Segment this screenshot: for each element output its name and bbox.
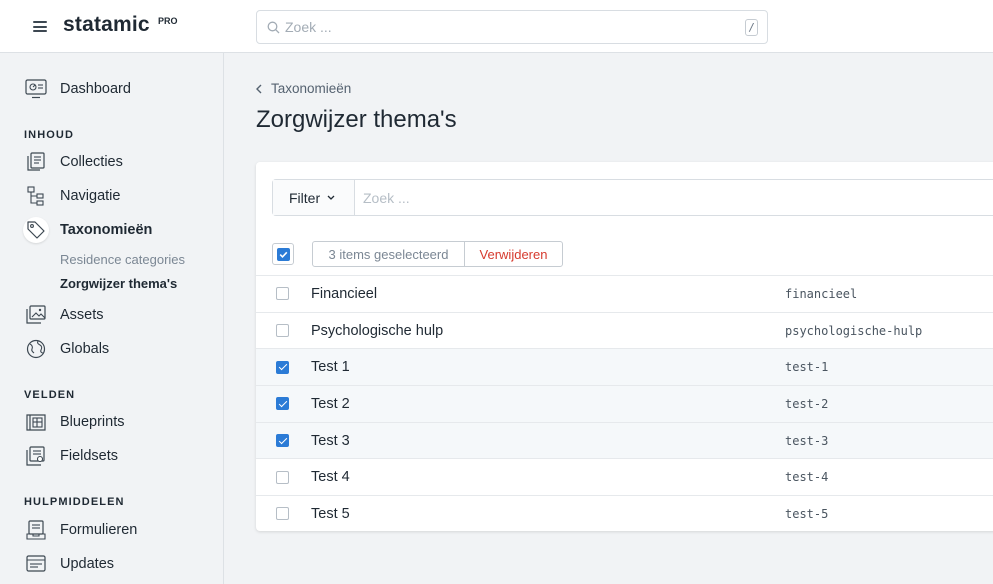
sidebar-item-label: Blueprints: [60, 414, 125, 430]
terms-listing-card: Filter 3 items geselecteerd Verwijderen …: [256, 162, 993, 531]
sidebar-item-updates[interactable]: Updates: [24, 551, 114, 577]
table-row[interactable]: Test 3 test-3: [256, 421, 993, 459]
row-checkbox[interactable]: [276, 434, 289, 448]
row-checkbox[interactable]: [276, 324, 289, 338]
table-row[interactable]: Test 2 test-2: [256, 385, 993, 422]
sidebar-item-dashboard[interactable]: Dashboard: [24, 76, 131, 102]
table-row[interactable]: Test 1 test-1: [256, 348, 993, 386]
fieldset-icon: [24, 444, 48, 468]
term-slug: financieel: [785, 286, 858, 301]
row-checkbox[interactable]: [276, 507, 289, 521]
section-heading-tools: HULPMIDDELEN: [24, 496, 125, 508]
term-slug: test-5: [785, 506, 829, 521]
breadcrumb-label: Taxonomieën: [271, 81, 352, 96]
term-slug: test-3: [785, 433, 829, 448]
sidebar-subitem-zorgwijzer-themas[interactable]: Zorgwijzer thema's: [60, 276, 177, 291]
breadcrumb[interactable]: Taxonomieën: [256, 81, 351, 96]
term-title[interactable]: Test 3: [311, 433, 350, 449]
terms-table: Financieel financieel Psychologische hulp p…: [256, 275, 993, 532]
term-title[interactable]: Financieel: [311, 286, 377, 302]
term-title[interactable]: Test 5: [311, 506, 350, 522]
sidebar-item-label: Assets: [60, 307, 104, 323]
sidebar-item-label: Updates: [60, 556, 115, 572]
sidebar-item-label: Formulieren: [60, 522, 138, 538]
form-icon: [24, 518, 48, 542]
search-icon: [267, 21, 280, 34]
row-checkbox[interactable]: [276, 470, 289, 484]
sidebar-item-label: Navigatie: [60, 188, 121, 204]
image-icon: [24, 303, 48, 327]
term-title[interactable]: Psychologische hulp: [311, 323, 443, 339]
table-row[interactable]: Financieel financieel: [256, 275, 993, 312]
sidebar-item-forms[interactable]: Formulieren: [24, 517, 137, 543]
pro-badge: PRO: [158, 16, 178, 26]
sidebar-item-blueprints[interactable]: Blueprints: [24, 409, 124, 435]
selected-count: 3 items geselecteerd: [312, 241, 465, 267]
row-checkbox[interactable]: [276, 360, 289, 374]
globe-icon: [24, 337, 48, 361]
row-checkbox[interactable]: [276, 287, 289, 301]
table-row[interactable]: Test 4 test-4: [256, 458, 993, 495]
navigation-icon: [24, 184, 48, 208]
term-slug: test-1: [785, 360, 829, 375]
sidebar-item-label: Globals: [60, 341, 110, 357]
filter-bar: Filter: [272, 179, 993, 216]
top-bar: statamic PRO /: [0, 0, 993, 53]
tag-icon: [23, 217, 49, 243]
updates-icon: [24, 552, 48, 576]
sidebar-item-taxonomies[interactable]: Taxonomieën: [23, 217, 153, 243]
term-slug: test-2: [785, 396, 829, 411]
sidebar-item-globals[interactable]: Globals: [24, 336, 109, 362]
select-all-checkbox[interactable]: [272, 243, 294, 265]
section-heading-content: INHOUD: [24, 129, 74, 141]
global-search[interactable]: /: [256, 10, 768, 44]
delete-button[interactable]: Verwijderen: [464, 241, 563, 267]
chevron-left-icon: [256, 84, 262, 93]
global-search-input[interactable]: [285, 17, 725, 37]
sidebar-item-collections[interactable]: Collecties: [24, 149, 123, 175]
table-row[interactable]: Test 5 test-5: [256, 495, 993, 532]
blueprint-icon: [24, 410, 48, 434]
dashboard-icon: [24, 77, 48, 101]
filter-button-label: Filter: [289, 189, 321, 206]
term-title[interactable]: Test 4: [311, 469, 350, 485]
term-slug: psychologische-hulp: [785, 323, 923, 338]
row-checkbox[interactable]: [276, 397, 289, 411]
term-title[interactable]: Test 2: [311, 396, 350, 412]
section-heading-fields: VELDEN: [24, 389, 76, 401]
table-row[interactable]: Psychologische hulp psychologische-hulp: [256, 311, 993, 349]
search-shortcut-key: /: [745, 19, 758, 36]
term-slug: test-4: [785, 470, 829, 485]
listing-search-input[interactable]: [363, 188, 963, 208]
chevron-down-icon: [327, 195, 335, 200]
sidebar-item-navigation[interactable]: Navigatie: [24, 183, 120, 209]
sidebar-item-assets[interactable]: Assets: [24, 302, 104, 328]
sidebar-item-label: Collecties: [60, 154, 123, 170]
term-title[interactable]: Test 1: [311, 359, 350, 375]
sidebar-item-label: Taxonomieën: [60, 222, 153, 238]
filter-button[interactable]: Filter: [273, 180, 355, 215]
menu-icon[interactable]: [33, 21, 47, 32]
brand-logo[interactable]: statamic: [63, 13, 150, 37]
sidebar-item-label: Dashboard: [60, 81, 131, 97]
checkbox-checked-icon: [276, 247, 290, 261]
collections-icon: [24, 150, 48, 174]
sidebar-item-fieldsets[interactable]: Fieldsets: [24, 443, 118, 469]
page-title: Zorgwijzer thema's: [256, 106, 457, 133]
sidebar-item-label: Fieldsets: [60, 448, 119, 464]
sidebar-subitem-residence-categories[interactable]: Residence categories: [60, 252, 185, 267]
